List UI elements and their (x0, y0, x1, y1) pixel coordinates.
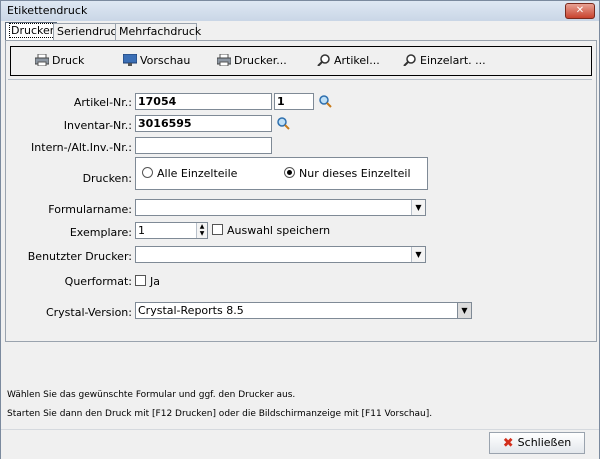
checkbox-box (212, 224, 223, 235)
tab-seriendruck[interactable]: Seriendruck (53, 23, 123, 40)
formularname-select[interactable]: ▼ (135, 199, 426, 216)
divider (8, 79, 592, 80)
checkbox-box (135, 275, 146, 286)
printer-settings-icon (217, 54, 231, 66)
einzelart-button[interactable]: Einzelart. ... (403, 53, 486, 69)
info-text-2: Starten Sie dann den Druck mit [F12 Druc… (7, 409, 433, 419)
window-title: Etikettendruck (7, 4, 88, 17)
drucker-select[interactable]: ▼ (135, 246, 426, 263)
search-icon[interactable] (276, 116, 290, 130)
radio-alle-einzelteile[interactable]: Alle Einzelteile (142, 167, 237, 180)
artikel-button[interactable]: Artikel... (317, 53, 380, 69)
radio-dot-selected (284, 167, 295, 178)
exemplare-stepper[interactable]: 1 ▲ ▼ (135, 222, 208, 239)
magnifier-icon (403, 54, 416, 66)
intern-nr-input[interactable] (135, 137, 272, 154)
querformat-checkbox[interactable]: Ja (135, 275, 160, 288)
inventar-nr-label: Inventar-Nr.: (63, 119, 132, 132)
info-text-1: Wählen Sie das gewünschte Formular und g… (7, 390, 296, 400)
magnifier-icon (317, 54, 330, 66)
artikel-nr-input[interactable]: 17054 (135, 93, 272, 110)
radio-dot (142, 167, 153, 178)
formularname-label: Formularname: (48, 203, 132, 216)
radio-nur-dieses-einzelteil[interactable]: Nur dieses Einzelteil (284, 167, 411, 180)
drucken-panel: Druck Vorschau Drucker... Artikel... Ein… (5, 40, 597, 342)
spin-arrows-icon[interactable]: ▲ ▼ (196, 223, 207, 238)
schliessen-button[interactable]: ✖ Schließen (489, 432, 585, 454)
artikel-nr-label: Artikel-Nr.: (73, 96, 132, 109)
toolbar: Druck Vorschau Drucker... Artikel... Ein… (10, 46, 592, 76)
vorschau-button[interactable]: Vorschau (123, 53, 190, 69)
search-icon[interactable] (318, 94, 332, 108)
close-icon: ✖ (502, 436, 514, 451)
title-bar: Etikettendruck ✕ (1, 1, 599, 21)
chevron-down-icon[interactable]: ▼ (411, 200, 425, 215)
label-print-window: Etikettendruck ✕ Drucken Seriendruck Meh… (0, 0, 600, 459)
drucken-label: Drucken: (82, 172, 132, 185)
chevron-down-icon[interactable]: ▼ (457, 302, 472, 319)
chevron-down-icon[interactable]: ▼ (411, 247, 425, 262)
monitor-icon (123, 54, 137, 66)
auswahl-speichern-checkbox[interactable]: Auswahl speichern (212, 224, 330, 237)
querformat-label: Querformat: (64, 275, 132, 288)
printer-icon (35, 54, 49, 66)
inventar-nr-input[interactable]: 3016595 (135, 115, 272, 132)
drucker-button[interactable]: Drucker... (217, 53, 287, 69)
crystal-version-label: Crystal-Version: (45, 306, 132, 319)
crystal-version-select[interactable]: Crystal-Reports 8.5 ▼ (135, 302, 472, 319)
intern-nr-label: Intern-/Alt.Inv.-Nr.: (31, 141, 132, 154)
print-scope-group: Alle Einzelteile Nur dieses Einzelteil (135, 157, 428, 190)
druck-button[interactable]: Druck (35, 53, 84, 69)
artikel-suffix-input[interactable]: 1 (274, 93, 314, 110)
tab-drucken[interactable]: Drucken (5, 22, 59, 41)
window-close-button[interactable]: ✕ (565, 3, 595, 19)
benutzter-drucker-label: Benutzter Drucker: (27, 250, 132, 263)
tab-mehrfachdruck[interactable]: Mehrfachdruck (115, 23, 201, 40)
exemplare-label: Exemplare: (69, 226, 132, 239)
